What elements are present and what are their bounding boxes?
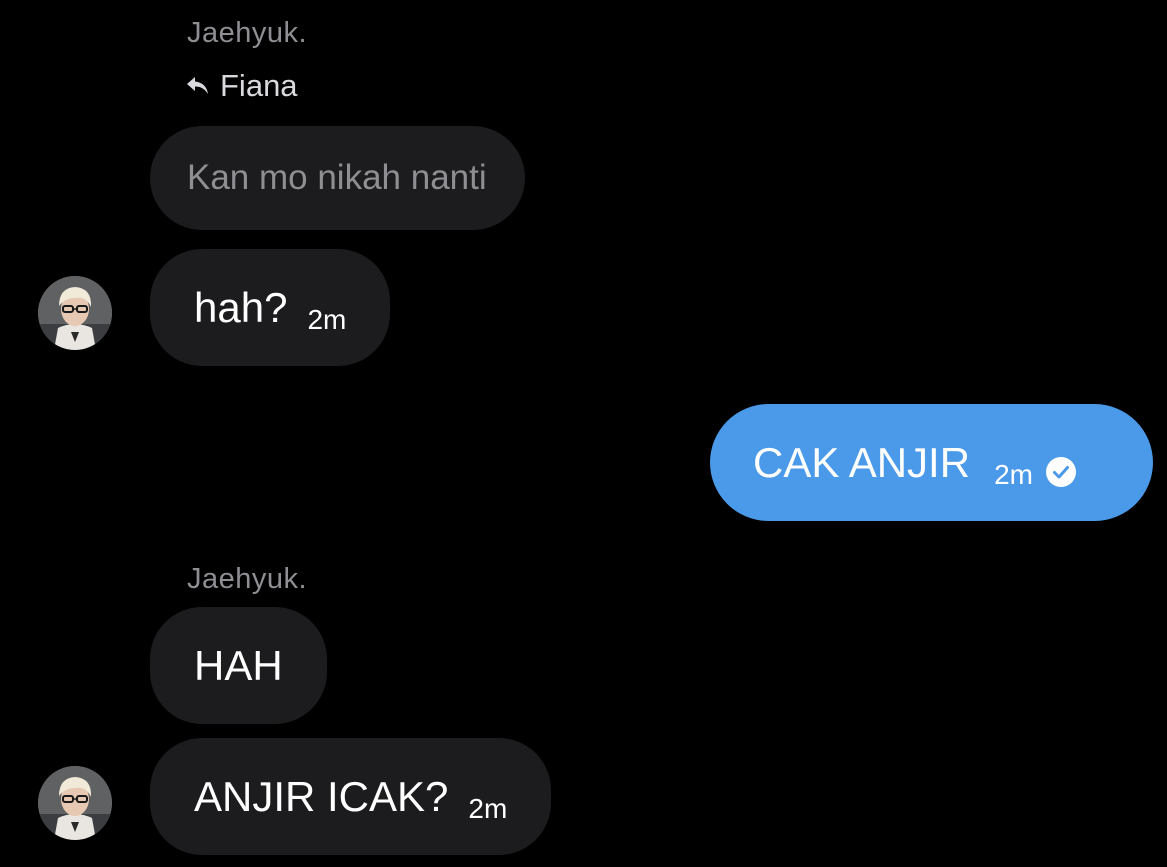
avatar[interactable] <box>38 766 112 840</box>
incoming-message[interactable]: HAH <box>150 607 327 724</box>
message-text: CAK ANJIR <box>753 438 971 486</box>
message-text: hah? <box>194 283 288 331</box>
quoted-message[interactable]: Kan mo nikah nanti <box>150 126 525 230</box>
message-time: 2m <box>307 303 347 335</box>
reply-arrow-icon <box>186 76 210 96</box>
reply-reference[interactable]: Fiana <box>186 68 298 104</box>
message-text: HAH <box>194 641 283 689</box>
read-check-icon <box>1045 456 1077 493</box>
message-text: ANJIR ICAK? <box>194 772 449 820</box>
sender-name: Jaehyuk. <box>187 17 308 49</box>
incoming-message[interactable]: hah? 2m <box>150 249 391 366</box>
quoted-message-text: Kan mo nikah nanti <box>187 158 487 197</box>
sender-name: Jaehyuk. <box>187 563 308 595</box>
message-time: 2m <box>994 458 1033 490</box>
reply-to-name: Fiana <box>220 68 298 103</box>
avatar[interactable] <box>38 276 112 350</box>
outgoing-message[interactable]: CAK ANJIR 2m <box>710 404 1153 521</box>
incoming-message[interactable]: ANJIR ICAK? 2m <box>150 738 552 855</box>
message-time: 2m <box>468 792 508 824</box>
